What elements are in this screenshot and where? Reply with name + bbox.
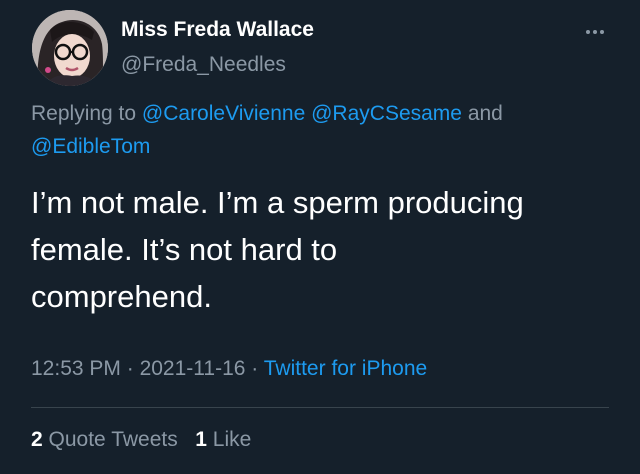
tweet-meta: 12:53 PM · 2021-11-16 · Twitter for iPho… xyxy=(31,357,427,381)
likes-label: Like xyxy=(212,428,252,451)
tweet-text-line: comprehend. xyxy=(31,279,212,314)
mention-link[interactable]: @RayCSesame xyxy=(311,102,462,125)
tweet-text-line: I’m not male. I’m a sperm producing xyxy=(31,185,524,220)
more-horizontal-icon xyxy=(586,30,604,34)
tweet-text-line: female. It’s not hard to xyxy=(31,232,338,267)
reply-context: Replying to @CaroleVivienne @RayCSesame … xyxy=(31,97,621,163)
tweet-source-link[interactable]: Twitter for iPhone xyxy=(264,357,427,380)
divider xyxy=(31,407,609,408)
tweet-text: I’m not male. I’m a sperm producing fema… xyxy=(31,179,621,320)
reply-prefix: Replying to xyxy=(31,102,137,125)
avatar-photo xyxy=(32,10,108,86)
tweet-stats: 2 Quote Tweets 1 Like xyxy=(31,428,251,452)
author-handle[interactable]: @Freda_Needles xyxy=(121,53,286,77)
tweet-date[interactable]: 2021-11-16 xyxy=(140,357,246,380)
mention-link[interactable]: @CaroleVivienne xyxy=(142,102,305,125)
quote-tweets-count: 2 xyxy=(31,428,43,451)
tweet-time[interactable]: 12:53 PM xyxy=(31,357,121,380)
tweet-detail: Miss Freda Wallace @Freda_Needles Replyi… xyxy=(0,0,640,474)
more-options-button[interactable] xyxy=(580,22,610,42)
likes-count: 1 xyxy=(195,428,207,451)
author-name[interactable]: Miss Freda Wallace xyxy=(121,18,314,42)
mention-link[interactable]: @EdibleTom xyxy=(31,135,150,158)
likes-stat[interactable]: 1 Like xyxy=(195,428,251,451)
avatar[interactable] xyxy=(32,10,108,86)
quote-tweets-label: Quote Tweets xyxy=(48,428,178,451)
reply-conjunction: and xyxy=(467,102,503,125)
meta-separator: · xyxy=(126,357,134,380)
quote-tweets-stat[interactable]: 2 Quote Tweets xyxy=(31,428,178,451)
meta-separator: · xyxy=(251,357,259,380)
